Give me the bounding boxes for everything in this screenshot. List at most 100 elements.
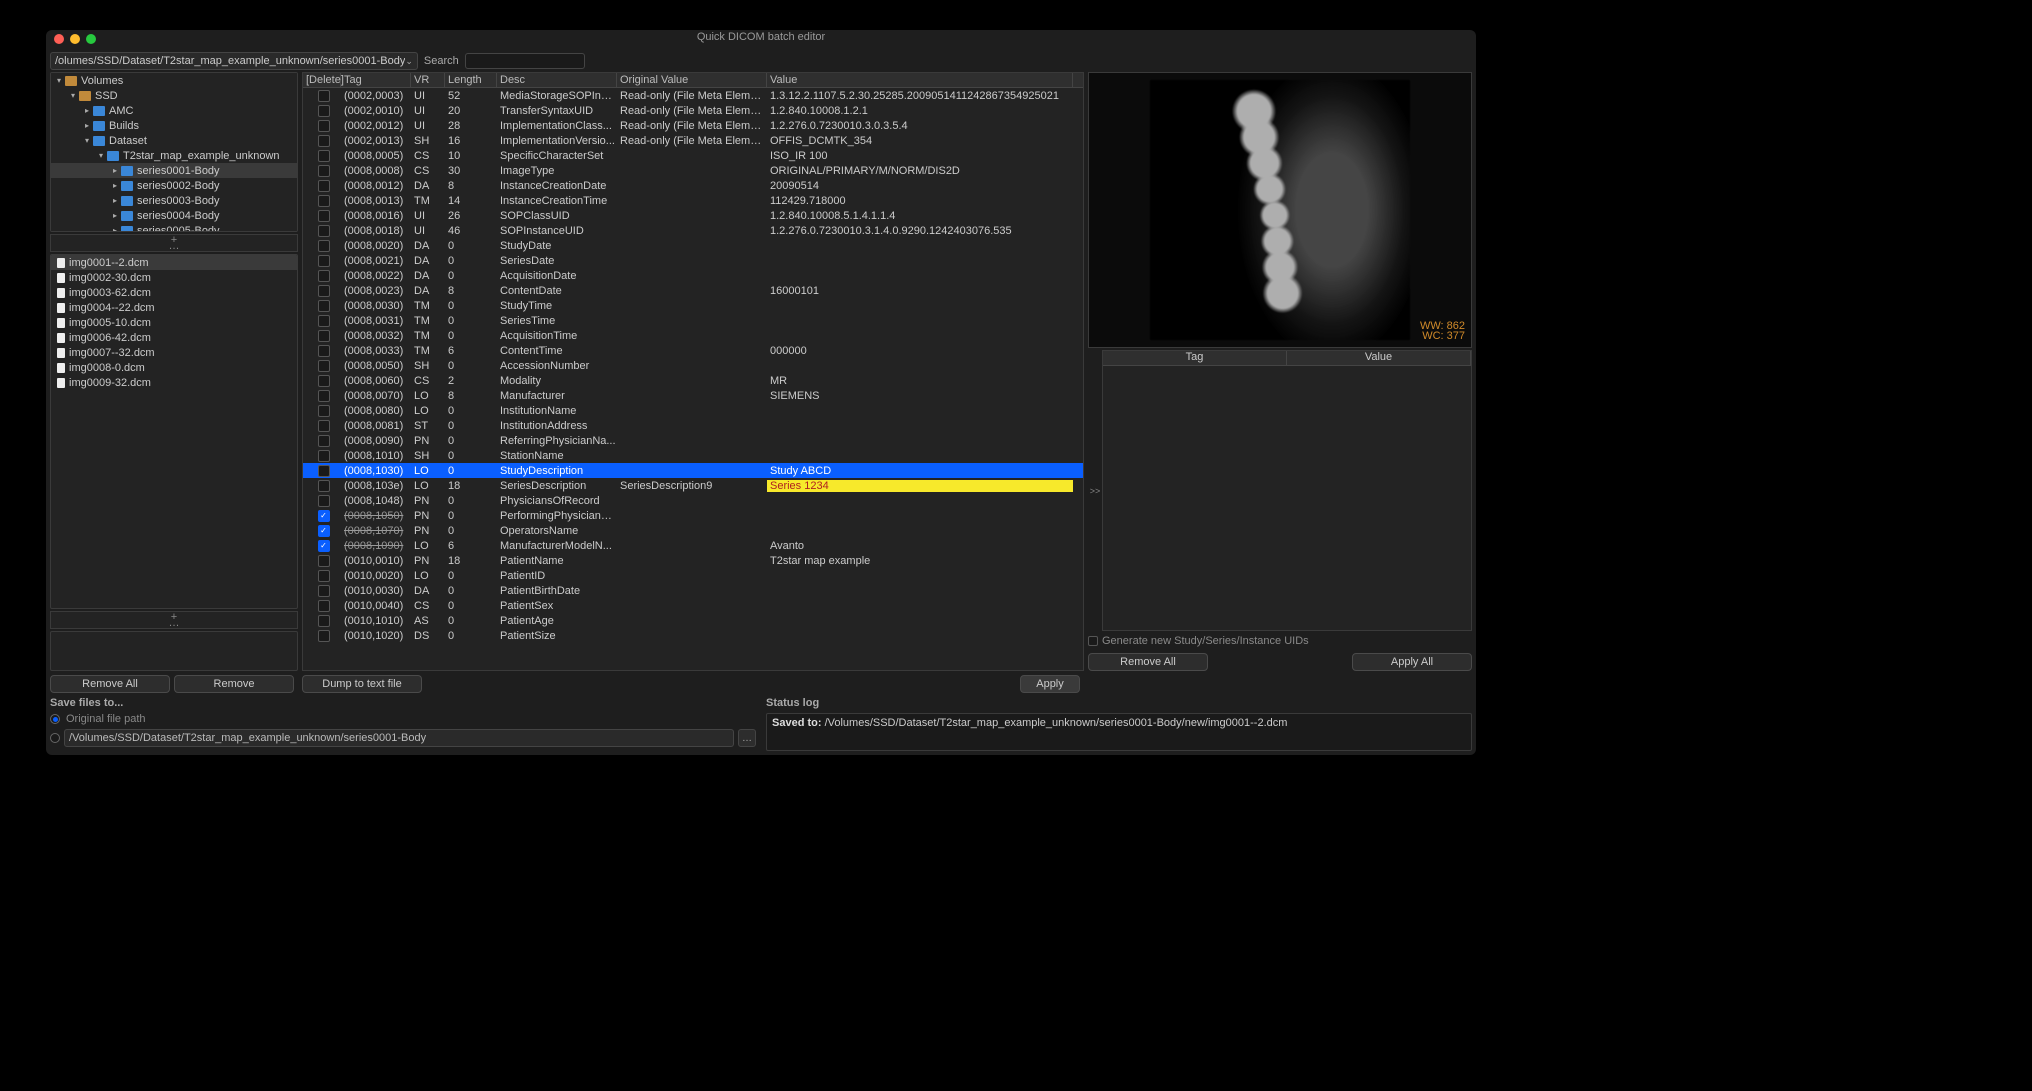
delete-checkbox[interactable]	[318, 135, 330, 147]
delete-checkbox[interactable]	[318, 165, 330, 177]
tag-row[interactable]: (0008,1010)SH0StationName	[303, 448, 1083, 463]
delete-checkbox[interactable]: ✓	[318, 525, 330, 537]
folder-tree[interactable]: ▾Volumes▾SSD▸AMC▸Builds▾Dataset▾T2star_m…	[50, 72, 298, 232]
tree-item[interactable]: ▾T2star_map_example_unknown	[51, 148, 297, 163]
cell-value[interactable]: 20090514	[767, 180, 1073, 192]
tag-row[interactable]: (0008,0013)TM14InstanceCreationTime11242…	[303, 193, 1083, 208]
original-path-radio[interactable]	[50, 714, 60, 724]
disclosure-triangle-icon[interactable]: ▸	[113, 166, 121, 175]
delete-checkbox[interactable]	[318, 180, 330, 192]
disclosure-triangle-icon[interactable]: ▸	[113, 226, 121, 232]
disclosure-triangle-icon[interactable]: ▸	[85, 121, 93, 130]
close-icon[interactable]	[54, 34, 64, 44]
remove-button[interactable]: Remove	[174, 675, 294, 693]
cell-value[interactable]: MR	[767, 375, 1073, 387]
tag-row[interactable]: (0010,0010)PN18PatientNameT2star map exa…	[303, 553, 1083, 568]
tag-row[interactable]: (0010,1020)DS0PatientSize	[303, 628, 1083, 643]
cell-value[interactable]: 1.2.840.10008.1.2.1	[767, 105, 1073, 117]
delete-checkbox[interactable]	[318, 495, 330, 507]
delete-checkbox[interactable]	[318, 585, 330, 597]
tag-row[interactable]: (0008,0050)SH0AccessionNumber	[303, 358, 1083, 373]
side-col-value[interactable]: Value	[1287, 351, 1471, 365]
file-item[interactable]: img0001--2.dcm	[51, 255, 297, 270]
delete-checkbox[interactable]	[318, 465, 330, 477]
cell-value[interactable]: 1.2.276.0.7230010.3.0.3.5.4	[767, 120, 1073, 132]
tree-item[interactable]: ▸AMC	[51, 103, 297, 118]
tree-item[interactable]: ▸series0005-Body	[51, 223, 297, 232]
tag-row[interactable]: (0008,0021)DA0SeriesDate	[303, 253, 1083, 268]
delete-checkbox[interactable]	[318, 330, 330, 342]
delete-checkbox[interactable]	[318, 420, 330, 432]
tag-row[interactable]: (0008,0008)CS30ImageTypeORIGINAL/PRIMARY…	[303, 163, 1083, 178]
tree-item[interactable]: ▸series0002-Body	[51, 178, 297, 193]
col-original[interactable]: Original Value	[617, 73, 767, 87]
delete-checkbox[interactable]	[318, 300, 330, 312]
disclosure-triangle-icon[interactable]: ▾	[85, 136, 93, 145]
file-item[interactable]: img0006-42.dcm	[51, 330, 297, 345]
tree-item[interactable]: ▾SSD	[51, 88, 297, 103]
file-item[interactable]: img0007--32.dcm	[51, 345, 297, 360]
dump-button[interactable]: Dump to text file	[302, 675, 422, 693]
tag-table[interactable]: [Delete] Tag VR Length Desc Original Val…	[302, 72, 1084, 671]
tag-row[interactable]: (0008,0060)CS2ModalityMR	[303, 373, 1083, 388]
delete-checkbox[interactable]	[318, 615, 330, 627]
custom-path-radio[interactable]	[50, 733, 60, 743]
cell-value[interactable]: 1.2.840.10008.5.1.4.1.1.4	[767, 210, 1073, 222]
tree-item[interactable]: ▸Builds	[51, 118, 297, 133]
tag-row[interactable]: (0008,0023)DA8ContentDate16000101	[303, 283, 1083, 298]
delete-checkbox[interactable]	[318, 105, 330, 117]
delete-checkbox[interactable]	[318, 195, 330, 207]
cell-value[interactable]: SIEMENS	[767, 390, 1073, 402]
generate-uids-checkbox[interactable]	[1088, 636, 1098, 646]
tag-row[interactable]: (0010,0020)LO0PatientID	[303, 568, 1083, 583]
cell-value[interactable]: 000000	[767, 345, 1073, 357]
tag-row[interactable]: (0008,0033)TM6ContentTime000000	[303, 343, 1083, 358]
apply-all-button[interactable]: Apply All	[1352, 653, 1472, 671]
delete-checkbox[interactable]	[318, 90, 330, 102]
col-tag[interactable]: Tag	[341, 73, 411, 87]
file-item[interactable]: img0008-0.dcm	[51, 360, 297, 375]
apply-button[interactable]: Apply	[1020, 675, 1080, 693]
delete-checkbox[interactable]	[318, 150, 330, 162]
delete-checkbox[interactable]	[318, 405, 330, 417]
disclosure-triangle-icon[interactable]: ▸	[85, 106, 93, 115]
tag-row[interactable]: (0002,0003)UI52MediaStorageSOPInst...Rea…	[303, 88, 1083, 103]
file-item[interactable]: img0005-10.dcm	[51, 315, 297, 330]
tree-collapse-handle[interactable]: +…	[50, 234, 298, 252]
tag-row[interactable]: (0008,0020)DA0StudyDate	[303, 238, 1083, 253]
cell-value[interactable]: 1.2.276.0.7230010.3.1.4.0.9290.124240307…	[767, 225, 1073, 237]
tag-row[interactable]: (0002,0012)UI28ImplementationClass...Rea…	[303, 118, 1083, 133]
cell-value[interactable]: 112429.718000	[767, 195, 1073, 207]
cell-value[interactable]: T2star map example	[767, 555, 1073, 567]
tag-row[interactable]: (0002,0013)SH16ImplementationVersio...Re…	[303, 133, 1083, 148]
cell-value[interactable]: ISO_IR 100	[767, 150, 1073, 162]
tag-row[interactable]: (0008,1048)PN0PhysiciansOfRecord	[303, 493, 1083, 508]
delete-checkbox[interactable]	[318, 225, 330, 237]
cell-value[interactable]: Avanto	[767, 540, 1073, 552]
file-item[interactable]: img0002-30.dcm	[51, 270, 297, 285]
tag-row[interactable]: (0008,0016)UI26SOPClassUID1.2.840.10008.…	[303, 208, 1083, 223]
save-path-input[interactable]	[64, 729, 734, 747]
delete-checkbox[interactable]	[318, 345, 330, 357]
col-value[interactable]: Value	[767, 73, 1073, 87]
tag-row[interactable]: (0008,0090)PN0ReferringPhysicianNa...	[303, 433, 1083, 448]
transfer-arrow-icon[interactable]: >>	[1088, 350, 1102, 631]
delete-checkbox[interactable]	[318, 120, 330, 132]
cell-value[interactable]: 1.3.12.2.1107.5.2.30.25285.2009051411242…	[767, 90, 1073, 102]
cell-value[interactable]: Series 1234	[767, 480, 1073, 492]
tag-row[interactable]: (0008,0030)TM0StudyTime	[303, 298, 1083, 313]
file-list[interactable]: img0001--2.dcmimg0002-30.dcmimg0003-62.d…	[50, 254, 298, 609]
tag-row[interactable]: (0008,103e)LO18SeriesDescriptionSeriesDe…	[303, 478, 1083, 493]
col-vr[interactable]: VR	[411, 73, 445, 87]
delete-checkbox[interactable]: ✓	[318, 510, 330, 522]
cell-value[interactable]: Study ABCD	[767, 465, 1073, 477]
tag-row[interactable]: (0008,0081)ST0InstitutionAddress	[303, 418, 1083, 433]
delete-checkbox[interactable]	[318, 450, 330, 462]
tag-row[interactable]: (0008,0080)LO0InstitutionName	[303, 403, 1083, 418]
minimize-icon[interactable]	[70, 34, 80, 44]
disclosure-triangle-icon[interactable]: ▸	[113, 196, 121, 205]
delete-checkbox[interactable]	[318, 210, 330, 222]
cell-value[interactable]: 16000101	[767, 285, 1073, 297]
tag-row[interactable]: ✓(0008,1070)PN0OperatorsName	[303, 523, 1083, 538]
tag-row[interactable]: (0008,0031)TM0SeriesTime	[303, 313, 1083, 328]
